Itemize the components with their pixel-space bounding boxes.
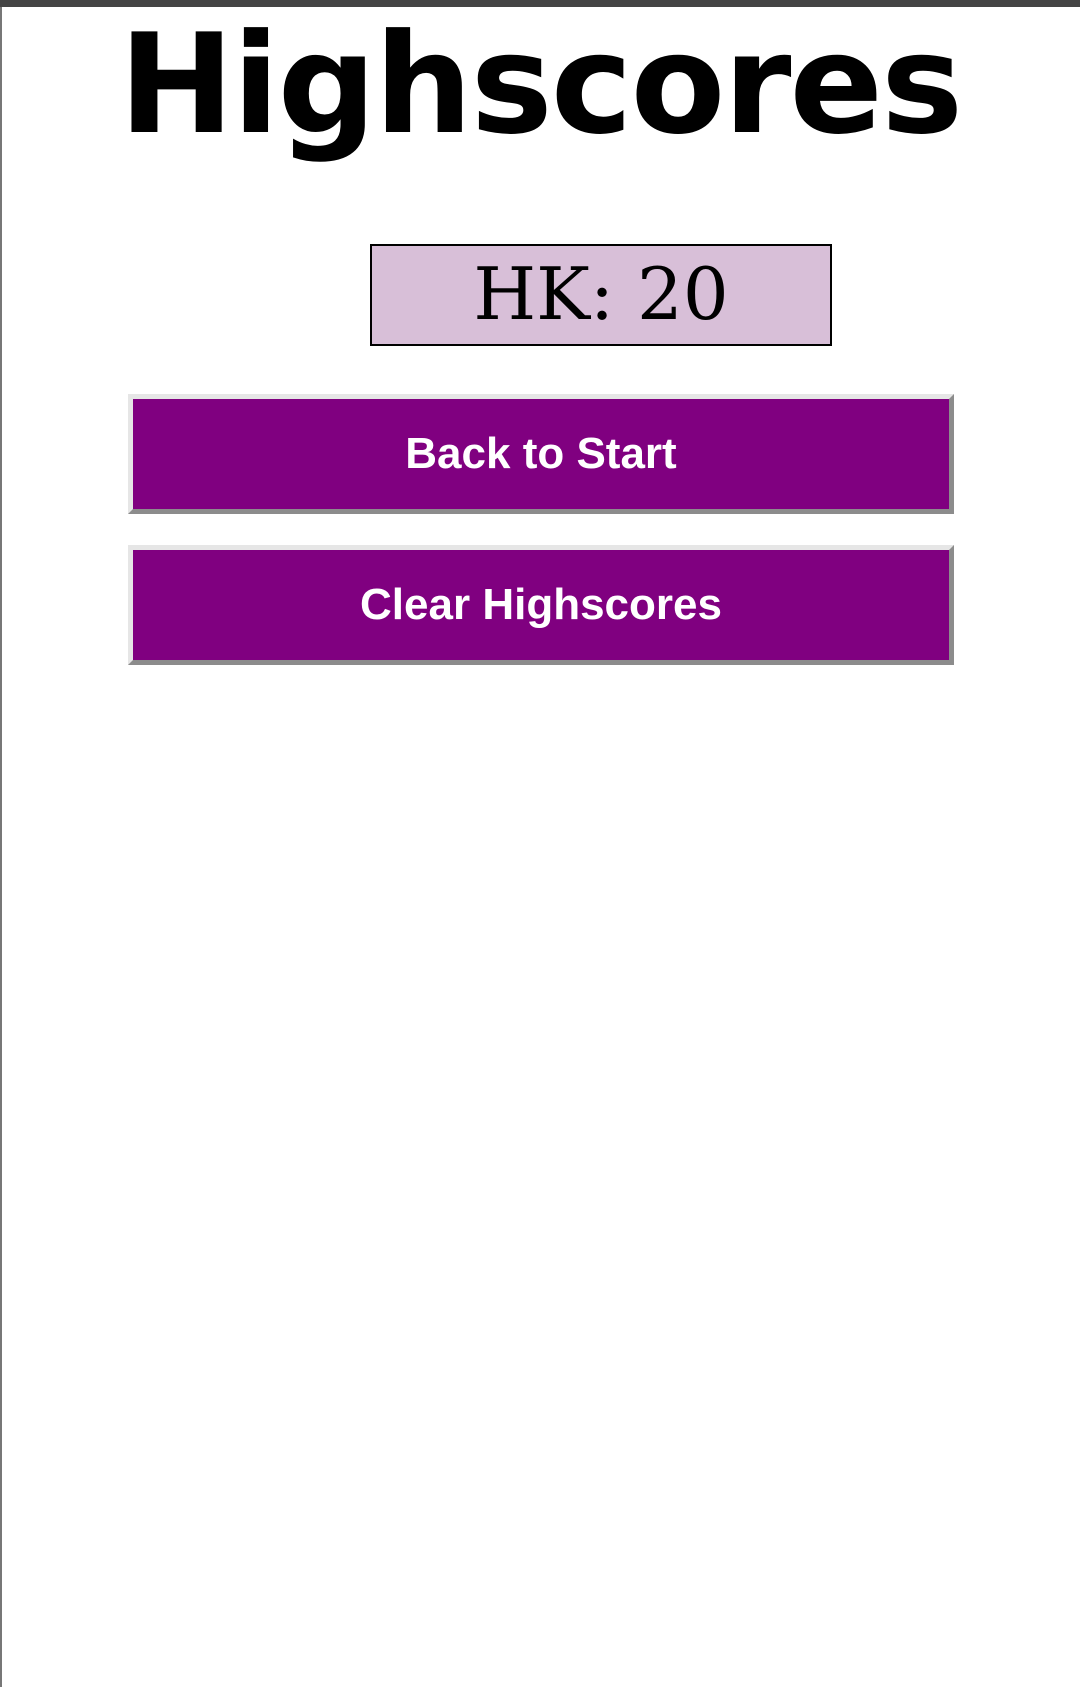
clear-highscores-button[interactable]: Clear Highscores: [128, 545, 954, 665]
highscore-list: HK: 20: [0, 244, 1080, 346]
page-title: Highscores: [118, 4, 963, 165]
back-to-start-button[interactable]: Back to Start: [128, 394, 954, 514]
highscore-entry: HK: 20: [370, 244, 832, 346]
